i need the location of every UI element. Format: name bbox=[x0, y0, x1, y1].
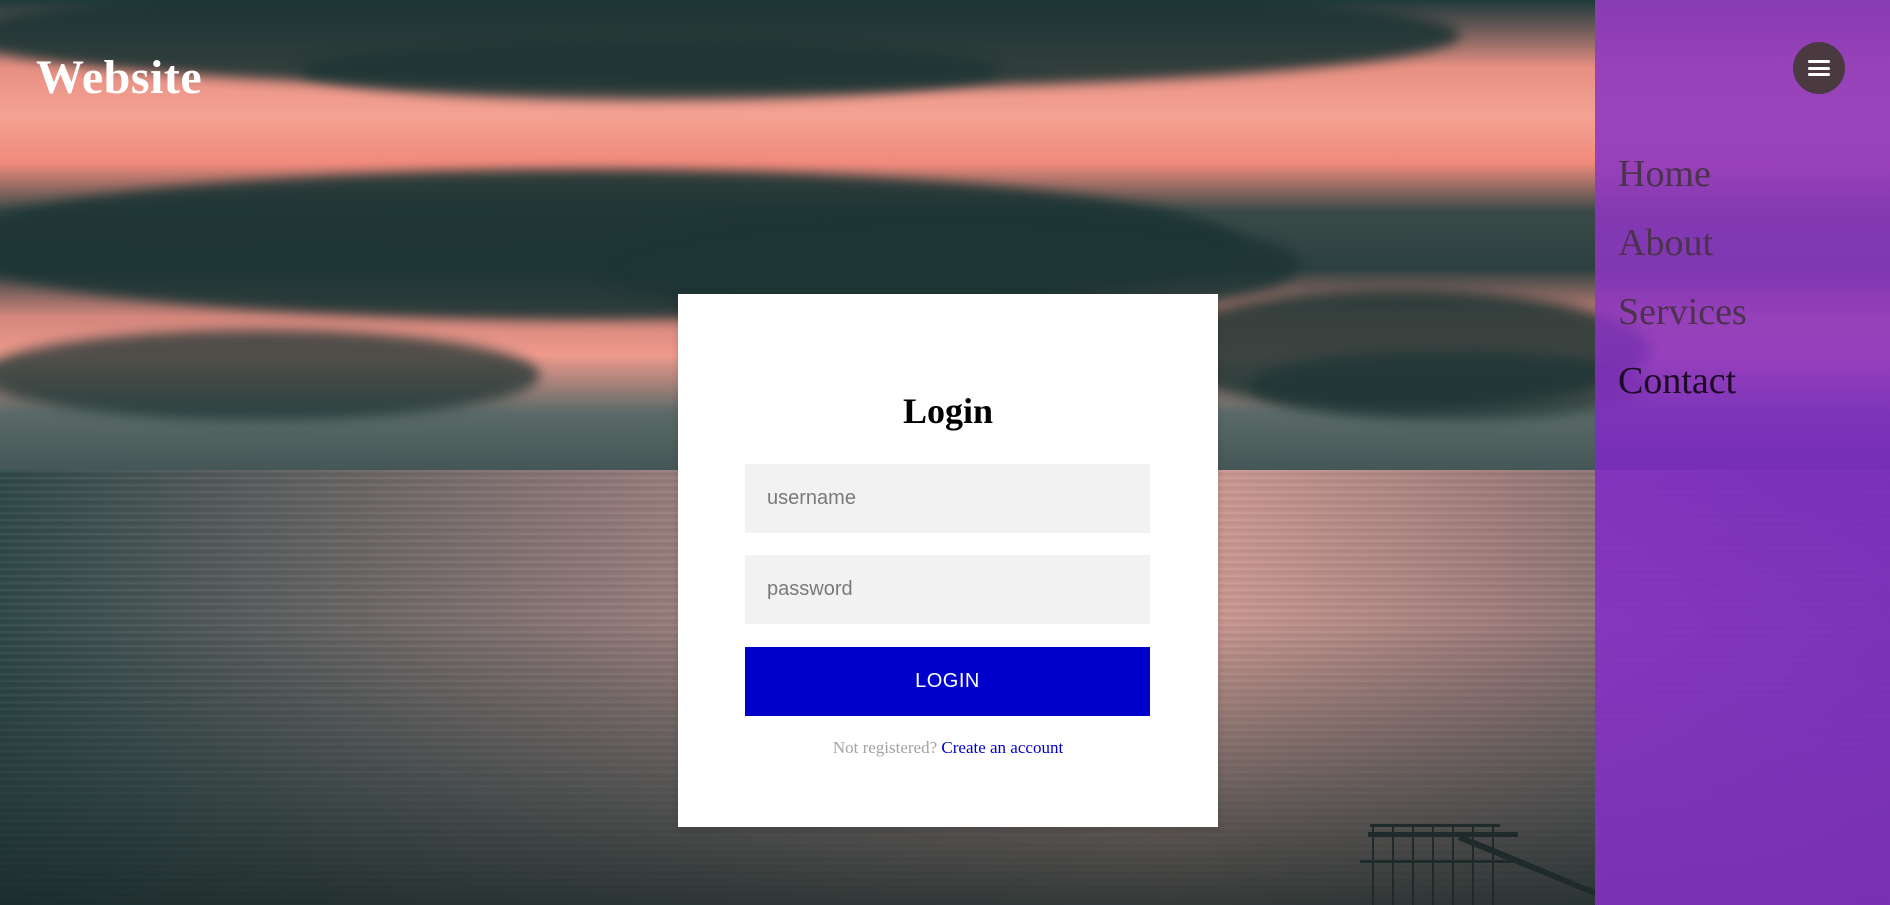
password-input[interactable] bbox=[745, 555, 1150, 624]
register-prompt-text: Not registered? bbox=[832, 738, 938, 757]
nav-item-services[interactable]: Services bbox=[1618, 278, 1747, 347]
hamburger-menu-icon[interactable] bbox=[1793, 42, 1845, 94]
site-logo-text[interactable]: Website bbox=[36, 50, 202, 105]
nav-menu: Home About Services Contact bbox=[1618, 140, 1747, 416]
login-card: Login LOGIN Not registered? Create an ac… bbox=[678, 294, 1218, 827]
nav-item-home[interactable]: Home bbox=[1618, 140, 1747, 209]
login-button[interactable]: LOGIN bbox=[745, 647, 1150, 716]
username-input[interactable] bbox=[745, 464, 1150, 533]
create-account-link[interactable]: Create an account bbox=[941, 738, 1063, 757]
pier-silhouette bbox=[1360, 824, 1600, 905]
register-prompt-line: Not registered? Create an account bbox=[678, 738, 1218, 758]
cloud bbox=[300, 40, 1000, 100]
cloud bbox=[0, 330, 540, 420]
hamburger-bars bbox=[1808, 60, 1830, 76]
nav-item-contact[interactable]: Contact bbox=[1618, 347, 1747, 416]
login-title: Login bbox=[902, 391, 994, 431]
side-navigation-panel bbox=[1595, 0, 1890, 905]
cloud bbox=[1250, 350, 1650, 420]
nav-item-about[interactable]: About bbox=[1618, 209, 1747, 278]
